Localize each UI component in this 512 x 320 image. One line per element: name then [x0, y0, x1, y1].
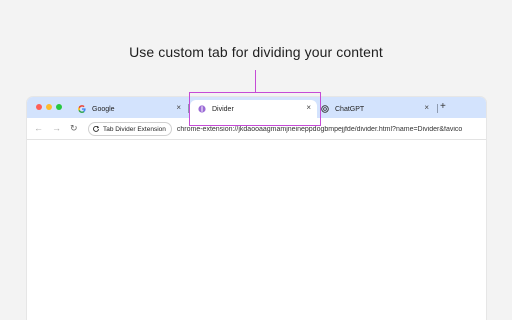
tab-separator — [437, 104, 438, 113]
page-content — [27, 141, 486, 320]
chatgpt-icon — [321, 105, 329, 113]
browser-window: Google × Divider × ChatGPT × + ← → ↻ Tab… — [27, 97, 486, 320]
tab-label: Divider — [212, 105, 234, 113]
address-bar[interactable]: Tab Divider Extension chrome-extension:/… — [88, 121, 486, 137]
tab-label: ChatGPT — [335, 105, 365, 113]
extension-chip[interactable]: Tab Divider Extension — [88, 122, 172, 136]
tab-label: Google — [92, 105, 115, 113]
close-icon[interactable]: × — [424, 104, 429, 112]
divider-icon — [198, 105, 206, 113]
maximize-window-button[interactable] — [56, 104, 62, 110]
extension-chip-label: Tab Divider Extension — [103, 125, 166, 133]
close-icon[interactable]: × — [306, 104, 311, 112]
headline: Use custom tab for dividing your content — [129, 44, 383, 60]
close-window-button[interactable] — [36, 104, 42, 110]
back-arrow-icon[interactable]: ← — [34, 123, 43, 133]
tab-chatgpt[interactable]: ChatGPT × — [318, 100, 435, 118]
reload-icon[interactable]: ↻ — [70, 123, 78, 133]
tab-separator — [188, 104, 189, 113]
window-controls — [36, 104, 62, 110]
tab-strip: Google × Divider × ChatGPT × + — [27, 97, 486, 118]
new-tab-button[interactable]: + — [440, 101, 446, 112]
url-text[interactable]: chrome-extension://jkdaooaagmamjneineppd… — [177, 126, 462, 133]
refresh-icon — [93, 125, 100, 132]
minimize-window-button[interactable] — [46, 104, 52, 110]
browser-toolbar: ← → ↻ Tab Divider Extension chrome-exten… — [27, 118, 486, 140]
promo-stage: Use custom tab for dividing your content — [0, 0, 512, 320]
tab-google[interactable]: Google × — [75, 100, 187, 118]
tab-divider[interactable]: Divider × — [190, 100, 317, 118]
google-icon — [78, 105, 86, 113]
callout-connector — [255, 70, 256, 92]
close-icon[interactable]: × — [176, 104, 181, 112]
forward-arrow-icon[interactable]: → — [52, 123, 61, 133]
